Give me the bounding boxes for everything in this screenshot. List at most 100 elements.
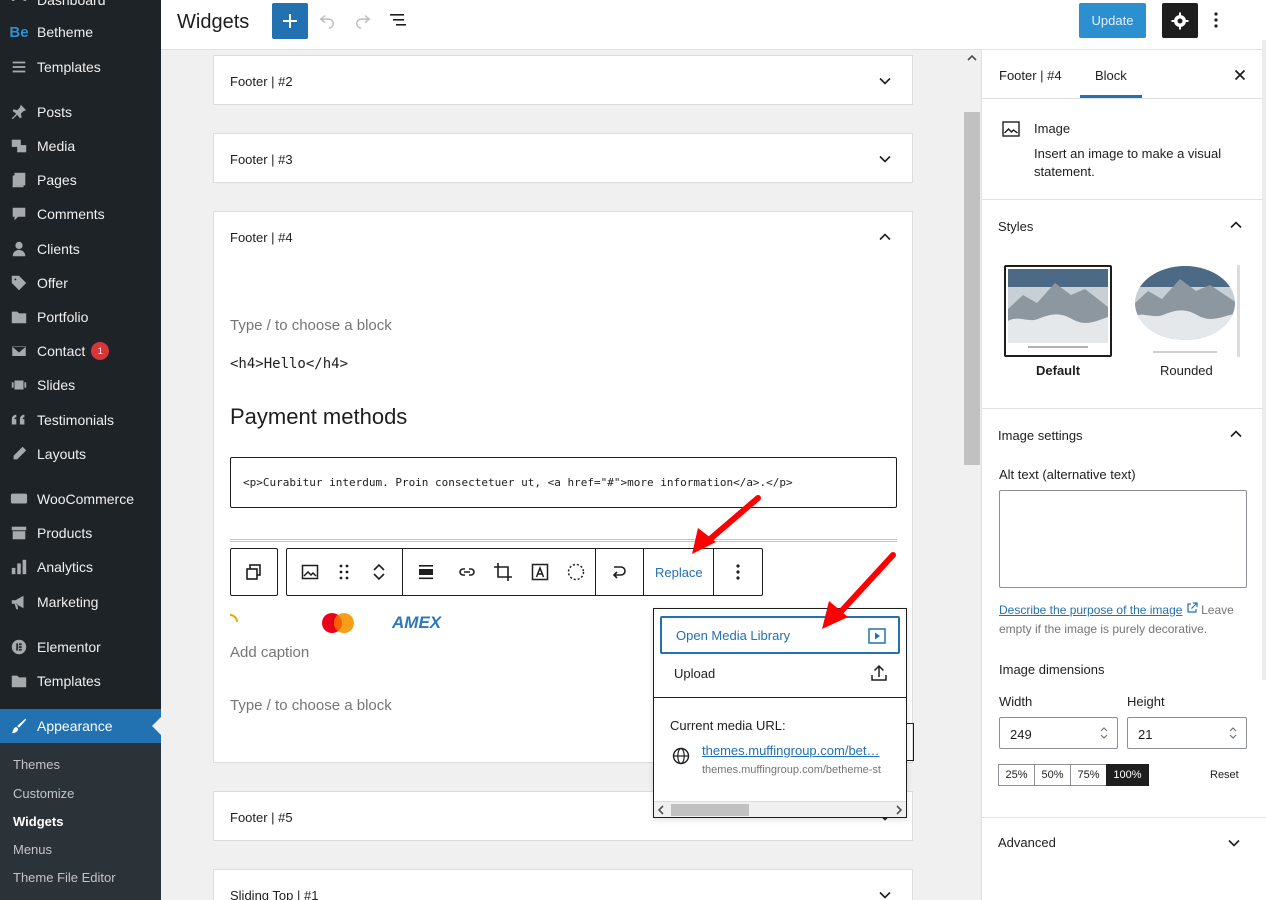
menu-item-media[interactable]: Media: [0, 129, 161, 163]
size-50-button[interactable]: 50%: [1034, 764, 1071, 786]
menu-item-woocommerce[interactable]: WooCommerce: [0, 482, 161, 516]
scroll-up-arrow-icon[interactable]: [967, 54, 977, 62]
list-view-button[interactable]: [386, 8, 410, 32]
transform-button[interactable]: [596, 549, 644, 595]
widget-area-title: Footer | #3: [230, 152, 293, 167]
menu-item-appearance[interactable]: Appearance: [0, 709, 161, 743]
menu-item-offer[interactable]: Offer: [0, 266, 161, 300]
popover-scrollbar-thumb[interactable]: [671, 804, 749, 816]
chevron-up-icon[interactable]: [1229, 218, 1243, 232]
alt-text-textarea[interactable]: [999, 490, 1247, 588]
block-inserter-placeholder-2[interactable]: Type / to choose a block: [230, 697, 392, 714]
chevron-down-icon[interactable]: [1227, 836, 1241, 850]
chevron-up-icon[interactable]: [372, 562, 386, 572]
menu-label: Contact: [37, 343, 86, 359]
scroll-right-arrow-icon[interactable]: [895, 805, 903, 815]
current-media-url-link[interactable]: themes.muffingroup.com/bet…: [702, 743, 880, 758]
menu-item-products[interactable]: Products: [0, 516, 161, 550]
image-caption-placeholder[interactable]: Add caption: [230, 644, 309, 661]
widget-area-sliding-top-1[interactable]: Sliding Top | #1: [213, 869, 913, 900]
widget-area-footer-2[interactable]: Footer | #2: [213, 55, 913, 105]
chevron-up-icon[interactable]: [878, 230, 892, 244]
reset-dimensions-button[interactable]: Reset: [1210, 769, 1239, 781]
menu-item-elementor[interactable]: Elementor: [0, 630, 161, 664]
menu-label: Appearance: [37, 718, 113, 734]
submenu-themes[interactable]: Themes: [13, 757, 60, 772]
open-media-library-button[interactable]: Open Media Library: [660, 616, 900, 654]
align-button[interactable]: [403, 549, 449, 595]
menu-item-pages[interactable]: Pages: [0, 163, 161, 197]
text-overlay-button[interactable]: [522, 549, 559, 595]
menu-item-portfolio[interactable]: Portfolio: [0, 300, 161, 334]
menu-label: Marketing: [37, 594, 99, 610]
payment-methods-heading[interactable]: Payment methods: [230, 404, 407, 430]
upload-button[interactable]: Upload: [660, 654, 900, 692]
style-default-label: Default: [1036, 363, 1081, 378]
chevron-down-icon[interactable]: [878, 888, 892, 900]
submenu-widgets[interactable]: Widgets: [13, 814, 63, 829]
menu-item-analytics[interactable]: Analytics: [0, 550, 161, 584]
chevron-down-icon[interactable]: [878, 74, 892, 88]
menu-item-clients[interactable]: Clients: [0, 232, 161, 266]
link-button[interactable]: [448, 549, 485, 595]
close-icon[interactable]: [1233, 68, 1247, 82]
add-block-button[interactable]: [272, 3, 308, 39]
update-button[interactable]: Update: [1079, 3, 1146, 38]
tab-block[interactable]: Block: [1095, 68, 1127, 83]
menu-item-templates[interactable]: Templates: [0, 50, 161, 84]
html-block-paragraph[interactable]: <p>Curabitur interdum. Proin consectetue…: [230, 457, 897, 508]
replace-button[interactable]: Replace: [644, 549, 713, 595]
widget-area-footer-3[interactable]: Footer | #3: [213, 133, 913, 183]
scrollbar-thumb[interactable]: [964, 112, 980, 465]
popover-horizontal-scrollbar[interactable]: [654, 801, 906, 817]
menu-item-layouts[interactable]: Layouts: [0, 437, 161, 471]
describe-purpose-link[interactable]: Describe the purpose of the image: [999, 603, 1182, 617]
menu-item-slides[interactable]: Slides: [0, 368, 161, 402]
admin-sidebar: Dashboard Be Betheme Templates Posts Med…: [0, 0, 161, 900]
menu-item-testimonials[interactable]: Testimonials: [0, 403, 161, 437]
menu-item-templates-elementor[interactable]: Templates: [0, 664, 161, 698]
chevron-down-icon[interactable]: [878, 152, 892, 166]
html-block-h4[interactable]: <h4>Hello</h4>: [230, 356, 348, 372]
width-input[interactable]: 249: [999, 717, 1118, 749]
advanced-panel-title[interactable]: Advanced: [998, 835, 1056, 850]
style-rounded-option[interactable]: [1133, 265, 1239, 357]
menu-item-comments[interactable]: Comments: [0, 197, 161, 231]
menu-item-posts[interactable]: Posts: [0, 95, 161, 129]
options-menu-button[interactable]: [1206, 8, 1226, 32]
duotone-button[interactable]: [558, 549, 595, 595]
submenu-theme-file-editor[interactable]: Theme File Editor: [13, 870, 116, 885]
crop-button[interactable]: [485, 549, 522, 595]
select-parent-button[interactable]: [231, 549, 277, 595]
submenu-customize[interactable]: Customize: [13, 786, 74, 801]
undo-button[interactable]: [315, 8, 339, 32]
size-75-button[interactable]: 75%: [1070, 764, 1107, 786]
menu-item-label: Open Media Library: [676, 627, 791, 643]
settings-button[interactable]: [1162, 3, 1198, 38]
style-default-option[interactable]: [1004, 265, 1112, 357]
block-type-button[interactable]: [287, 549, 333, 595]
menu-label: WooCommerce: [37, 491, 134, 507]
menu-item-contact[interactable]: Contact 1: [0, 334, 161, 368]
menu-item-betheme[interactable]: Be Betheme: [0, 15, 161, 49]
drag-handle[interactable]: [333, 549, 357, 595]
chevron-up-icon[interactable]: [1229, 427, 1243, 441]
size-100-button[interactable]: 100%: [1106, 764, 1149, 786]
image-dimensions-label: Image dimensions: [999, 662, 1105, 677]
redo-button[interactable]: [351, 8, 375, 32]
redo-icon: [355, 14, 371, 29]
submenu-menus[interactable]: Menus: [13, 842, 52, 857]
image-settings-title: Image settings: [998, 428, 1083, 443]
slides-icon: [9, 375, 29, 395]
chevron-down-icon[interactable]: [372, 572, 386, 582]
size-25-button[interactable]: 25%: [998, 764, 1035, 786]
block-options-button[interactable]: [714, 549, 762, 595]
number-spinner-icon[interactable]: [1228, 725, 1238, 741]
scroll-left-arrow-icon[interactable]: [657, 805, 665, 815]
move-up-down-buttons[interactable]: [356, 549, 402, 595]
number-spinner-icon[interactable]: [1099, 725, 1109, 741]
block-inserter-placeholder[interactable]: Type / to choose a block: [230, 317, 392, 334]
height-input[interactable]: 21: [1127, 717, 1247, 749]
menu-item-marketing[interactable]: Marketing: [0, 585, 161, 619]
tab-widget-area[interactable]: Footer | #4: [999, 68, 1062, 83]
